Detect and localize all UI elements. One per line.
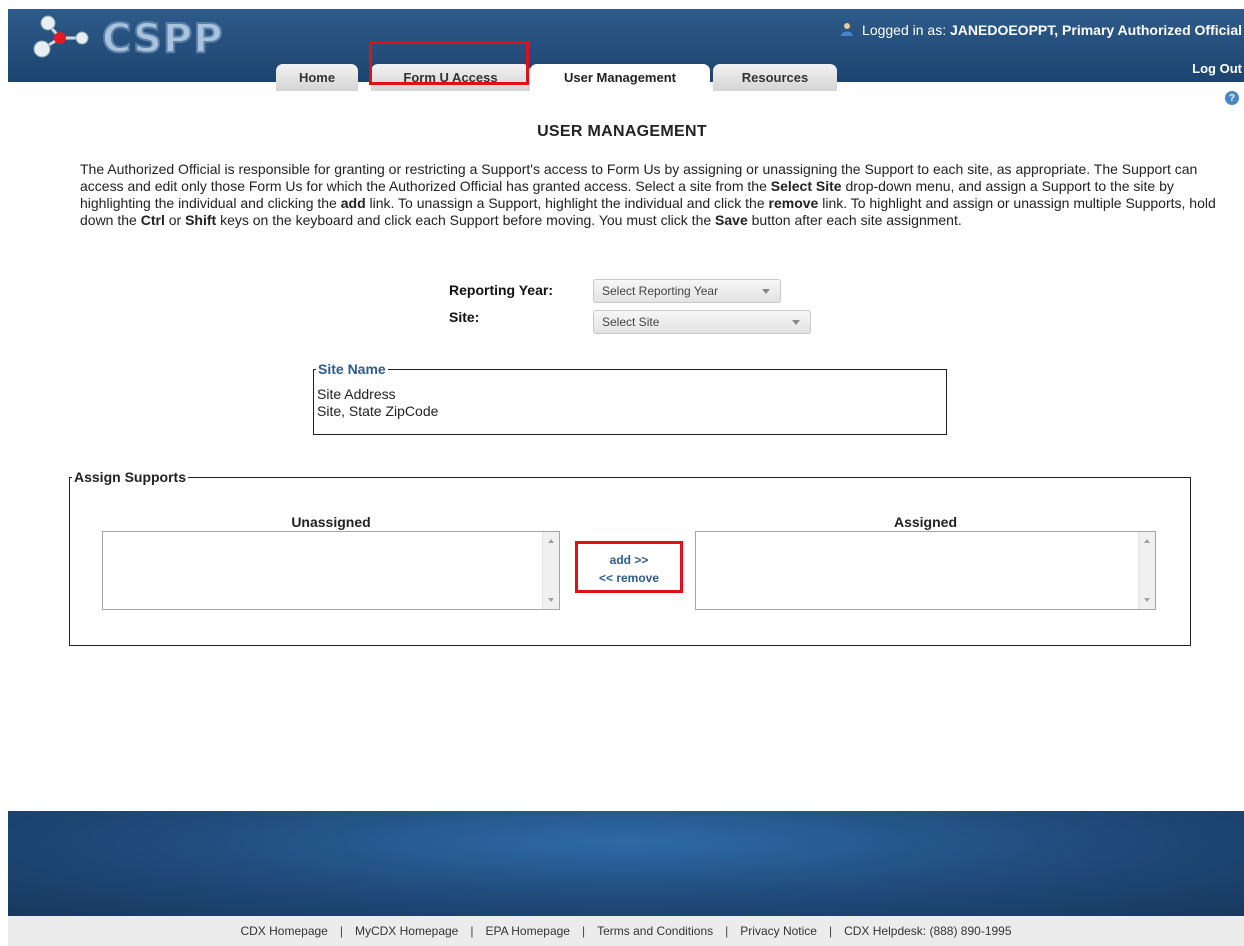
footer-link-cdx-homepage[interactable]: CDX Homepage — [240, 924, 327, 938]
intro-bold-shift: Shift — [185, 212, 217, 228]
assigned-label: Assigned — [893, 514, 957, 530]
footer-link-terms[interactable]: Terms and Conditions — [597, 924, 713, 938]
remove-link[interactable]: << remove — [576, 571, 682, 585]
site-name-legend: Site Name — [318, 361, 386, 377]
intro-text: keys on the keyboard and click each Supp… — [216, 212, 716, 228]
site-city-state-zip: Site, State ZipCode — [317, 403, 439, 419]
intro-paragraph: The Authorized Official is responsible f… — [80, 161, 1240, 229]
site-select-value: Select Site — [602, 315, 660, 329]
scroll-down-icon[interactable] — [1144, 598, 1150, 602]
login-info: Logged in as: JANEDOEOPPT, Primary Autho… — [840, 22, 1242, 38]
scroll-down-icon[interactable] — [548, 598, 554, 602]
footer-separator: | — [470, 924, 474, 938]
site-label: Site: — [449, 309, 480, 325]
assign-supports-legend: Assign Supports — [74, 469, 187, 485]
intro-bold-save: Save — [715, 212, 748, 228]
scrollbar[interactable] — [542, 532, 559, 609]
assigned-listbox[interactable] — [695, 531, 1156, 610]
footer-separator: | — [725, 924, 729, 938]
unassigned-listbox[interactable] — [102, 531, 560, 610]
login-prefix: Logged in as: — [862, 22, 947, 38]
intro-text: button after each site assignment. — [747, 212, 962, 228]
help-icon[interactable]: ? — [1225, 91, 1239, 105]
intro-bold-select-site: Select Site — [770, 178, 842, 194]
reporting-year-select[interactable]: Select Reporting Year — [593, 279, 781, 303]
login-username: JANEDOEOPPT, Primary Authorized Official — [950, 22, 1242, 38]
unassigned-label: Unassigned — [291, 514, 371, 530]
tab-resources[interactable]: Resources — [713, 64, 837, 91]
footer-link-privacy[interactable]: Privacy Notice — [740, 924, 817, 938]
page-title: USER MANAGEMENT — [537, 123, 707, 140]
footer-link-helpdesk[interactable]: CDX Helpdesk: (888) 890-1995 — [844, 924, 1011, 938]
footer-separator: | — [339, 924, 343, 938]
user-icon — [841, 23, 854, 36]
intro-bold-add: add — [340, 195, 366, 211]
footer-links: CDX Homepage | MyCDX Homepage | EPA Home… — [8, 916, 1244, 946]
tab-form-u-access[interactable]: Form U Access — [371, 64, 530, 91]
footer-banner — [8, 811, 1244, 916]
chevron-down-icon — [762, 289, 770, 294]
molecule-icon — [33, 15, 89, 58]
scroll-up-icon[interactable] — [1144, 539, 1150, 543]
intro-text: link. To unassign a Support, highlight t… — [365, 195, 769, 211]
site-select[interactable]: Select Site — [593, 310, 811, 334]
tab-home[interactable]: Home — [276, 64, 358, 91]
footer-separator: | — [581, 924, 586, 938]
logo-text: CSPP — [101, 15, 224, 63]
tab-user-management[interactable]: User Management — [530, 64, 710, 91]
scrollbar[interactable] — [1138, 532, 1155, 609]
intro-bold-remove: remove — [768, 195, 819, 211]
site-address: Site Address — [317, 386, 396, 402]
footer-link-epa-homepage[interactable]: EPA Homepage — [485, 924, 570, 938]
cspp-logo[interactable]: CSPP — [30, 12, 224, 63]
intro-bold-ctrl: Ctrl — [140, 212, 165, 228]
footer-link-mycdx-homepage[interactable]: MyCDX Homepage — [355, 924, 458, 938]
logout-link[interactable]: Log Out — [1192, 61, 1242, 76]
site-info-box: Site Name — [313, 361, 947, 435]
footer-separator: | — [828, 924, 833, 938]
intro-text: or — [164, 212, 186, 228]
scroll-up-icon[interactable] — [548, 539, 554, 543]
header-bar: CSPP Logged in as: JANEDOEOPPT, Primary … — [8, 9, 1244, 91]
reporting-year-value: Select Reporting Year — [602, 284, 719, 298]
add-link[interactable]: add >> — [576, 553, 682, 567]
chevron-down-icon — [792, 320, 800, 325]
reporting-year-label: Reporting Year: — [449, 282, 553, 298]
